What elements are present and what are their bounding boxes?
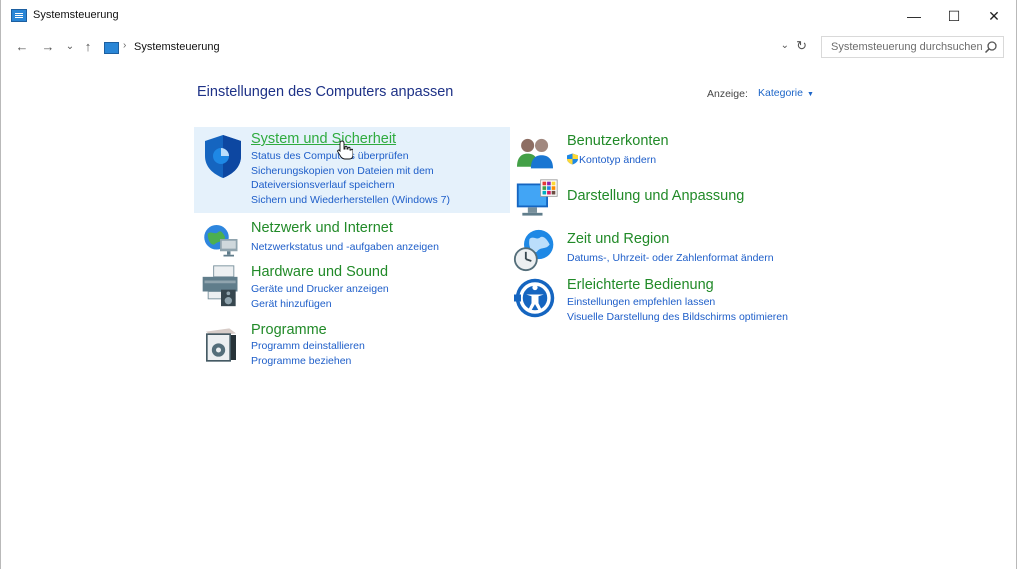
title-bar: Systemsteuerung — ☐ ✕ xyxy=(1,0,1016,34)
search-icon[interactable] xyxy=(984,40,998,54)
category-title-ease-of-access[interactable]: Erleichterte Bedienung xyxy=(567,277,714,293)
back-arrow-icon[interactable]: ← xyxy=(13,38,31,56)
printer-speaker-icon xyxy=(202,265,238,307)
link-get-programs[interactable]: Programme beziehen xyxy=(251,355,351,367)
refresh-icon[interactable]: ↻ xyxy=(796,38,807,54)
forward-arrow-icon[interactable]: → xyxy=(39,38,57,56)
accessibility-icon xyxy=(514,278,555,318)
control-panel-window: Systemsteuerung — ☐ ✕ ← → ⌄ ↑ › Systemst… xyxy=(0,0,1017,569)
link-network-status[interactable]: Netzwerkstatus und -aufgaben anzeigen xyxy=(251,241,439,253)
navigation-bar: ← → ⌄ ↑ › Systemsteuerung ⌄ ↻ Systemsteu… xyxy=(1,36,1016,60)
category-title-network-internet[interactable]: Netzwerk und Internet xyxy=(251,220,393,236)
category-title-programs[interactable]: Programme xyxy=(251,322,327,338)
link-get-recommendations[interactable]: Einstellungen empfehlen lassen xyxy=(567,296,715,308)
recent-locations-chevron-icon[interactable]: ⌄ xyxy=(61,38,79,56)
programs-box-icon xyxy=(206,328,236,362)
view-mode-value: Kategorie xyxy=(758,87,803,99)
link-uninstall-program[interactable]: Programm deinstallieren xyxy=(251,340,365,352)
category-ease-of-access[interactable]: Erleichterte Bedienung Einstellungen emp… xyxy=(512,275,812,325)
address-bar[interactable]: › Systemsteuerung ⌄ ↻ xyxy=(101,38,813,58)
clock-globe-icon xyxy=(513,229,554,272)
link-date-time-number-format[interactable]: Datums-, Uhrzeit- oder Zahlenformat ände… xyxy=(567,252,774,264)
category-network-internet[interactable]: Netzwerk und Internet Netzwerkstatus und… xyxy=(194,217,510,259)
link-optimize-visual-display[interactable]: Visuelle Darstellung des Bildschirms opt… xyxy=(567,311,788,323)
view-label: Anzeige: xyxy=(707,88,748,100)
link-file-history-backup-cont[interactable]: Dateiversionsverlauf speichern xyxy=(251,179,395,191)
category-title-system-security[interactable]: System und Sicherheit xyxy=(251,131,396,147)
shield-icon xyxy=(205,135,241,178)
uac-shield-icon xyxy=(567,153,578,165)
hand-cursor-icon xyxy=(337,140,353,160)
view-mode-dropdown[interactable]: Kategorie ▼ xyxy=(750,83,822,103)
control-panel-address-icon xyxy=(104,42,119,54)
monitor-palette-icon xyxy=(516,179,558,216)
category-programs[interactable]: Programme Programm deinstallieren Progra… xyxy=(194,320,510,370)
category-title-appearance-personalization[interactable]: Darstellung und Anpassung xyxy=(567,188,744,204)
link-add-device[interactable]: Gerät hinzufügen xyxy=(251,298,332,310)
category-time-region[interactable]: Zeit und Region Datums-, Uhrzeit- oder Z… xyxy=(512,228,812,272)
category-title-time-region[interactable]: Zeit und Region xyxy=(567,231,669,247)
category-user-accounts[interactable]: Benutzerkonten Kontotyp ändern xyxy=(512,130,812,172)
link-file-history-backup[interactable]: Sicherungskopien von Dateien mit dem xyxy=(251,165,434,177)
network-globe-icon xyxy=(204,225,238,257)
dropdown-caret-icon: ▼ xyxy=(806,91,814,98)
category-title-hardware-sound[interactable]: Hardware und Sound xyxy=(251,264,388,280)
link-backup-restore-win7[interactable]: Sichern und Wiederherstellen (Windows 7) xyxy=(251,194,450,206)
address-dropdown-icon[interactable]: ⌄ xyxy=(781,40,789,51)
link-devices-printers[interactable]: Geräte und Drucker anzeigen xyxy=(251,283,389,295)
window-title: Systemsteuerung xyxy=(33,9,119,21)
control-panel-icon xyxy=(11,9,27,22)
link-check-computer-status[interactable]: Status des Computers überprüfen xyxy=(251,150,409,162)
search-placeholder: Systemsteuerung durchsuchen xyxy=(831,41,983,53)
maximize-button[interactable]: ☐ xyxy=(937,5,971,27)
close-button[interactable]: ✕ xyxy=(977,5,1011,27)
up-arrow-icon[interactable]: ↑ xyxy=(79,38,97,56)
breadcrumb-systemsteuerung[interactable]: Systemsteuerung xyxy=(134,41,220,53)
minimize-button[interactable]: — xyxy=(897,5,931,27)
breadcrumb-separator[interactable]: › xyxy=(123,40,126,51)
category-appearance-personalization[interactable]: Darstellung und Anpassung xyxy=(512,178,812,222)
users-icon xyxy=(517,138,553,169)
search-box[interactable]: Systemsteuerung durchsuchen xyxy=(821,36,1004,58)
category-hardware-sound[interactable]: Hardware und Sound Geräte und Drucker an… xyxy=(194,262,510,314)
category-title-user-accounts[interactable]: Benutzerkonten xyxy=(567,133,669,149)
page-title: Einstellungen des Computers anpassen xyxy=(197,84,454,100)
link-change-account-type[interactable]: Kontotyp ändern xyxy=(579,154,656,166)
